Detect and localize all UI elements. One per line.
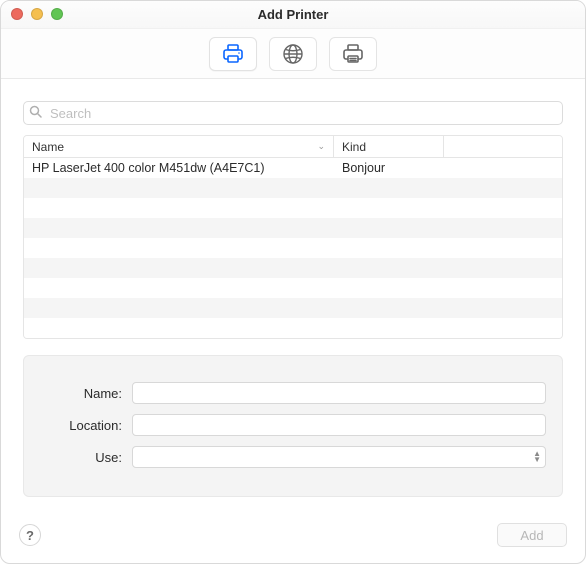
add-button[interactable]: Add	[497, 523, 567, 547]
column-header-kind-label: Kind	[342, 140, 366, 154]
toolbar	[1, 29, 585, 79]
use-row: Use: ▲▼	[40, 446, 546, 468]
chevron-down-icon: ⌄	[317, 141, 325, 152]
column-header-extra[interactable]	[444, 136, 562, 157]
column-header-name-label: Name	[32, 140, 64, 154]
add-printer-window: Add Printer	[0, 0, 586, 564]
footer: ? Add	[1, 511, 585, 563]
content-area: Name ⌄ Kind HP LaserJet 400 color M451dw…	[1, 79, 585, 511]
stepper-icon: ▲▼	[533, 451, 541, 463]
location-row: Location:	[40, 414, 546, 436]
table-row-empty	[24, 258, 562, 278]
location-label: Location:	[40, 418, 122, 433]
table-header: Name ⌄ Kind	[24, 136, 562, 158]
printer-table: Name ⌄ Kind HP LaserJet 400 color M451dw…	[23, 135, 563, 339]
table-row-empty	[24, 278, 562, 298]
search-field-wrap	[23, 101, 563, 125]
titlebar: Add Printer	[1, 1, 585, 29]
printer-icon	[221, 43, 245, 65]
table-cell-kind: Bonjour	[334, 158, 444, 178]
column-header-name[interactable]: Name ⌄	[24, 136, 334, 157]
table-row-empty	[24, 298, 562, 318]
search-input[interactable]	[23, 101, 563, 125]
globe-icon	[282, 43, 304, 65]
ip-tab[interactable]	[269, 37, 317, 71]
use-select[interactable]: ▲▼	[132, 446, 546, 468]
location-field[interactable]	[132, 414, 546, 436]
help-button[interactable]: ?	[19, 524, 41, 546]
windows-tab[interactable]	[329, 37, 377, 71]
details-panel: Name: Location: Use: ▲▼	[23, 355, 563, 497]
table-row-empty	[24, 318, 562, 338]
help-button-label: ?	[26, 528, 34, 543]
table-row-empty	[24, 178, 562, 198]
table-row-empty	[24, 198, 562, 218]
table-row-empty	[24, 238, 562, 258]
name-row: Name:	[40, 382, 546, 404]
table-row-empty	[24, 218, 562, 238]
table-cell-extra	[444, 158, 562, 178]
window-title: Add Printer	[1, 1, 585, 29]
default-tab[interactable]	[209, 37, 257, 71]
table-cell-name: HP LaserJet 400 color M451dw (A4E7C1)	[24, 158, 334, 178]
name-label: Name:	[40, 386, 122, 401]
use-label: Use:	[40, 450, 122, 465]
table-row[interactable]: HP LaserJet 400 color M451dw (A4E7C1)Bon…	[24, 158, 562, 178]
column-header-kind[interactable]: Kind	[334, 136, 444, 157]
table-body: HP LaserJet 400 color M451dw (A4E7C1)Bon…	[24, 158, 562, 338]
name-field[interactable]	[132, 382, 546, 404]
advanced-printer-icon	[341, 43, 365, 65]
add-button-label: Add	[520, 528, 543, 543]
